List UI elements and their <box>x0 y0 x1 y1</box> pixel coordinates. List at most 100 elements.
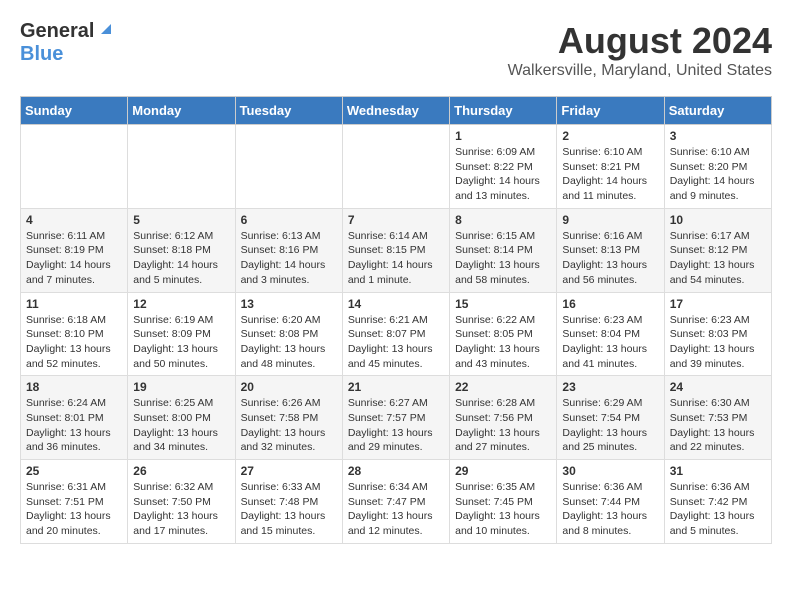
day-info: Sunrise: 6:14 AM Sunset: 8:15 PM Dayligh… <box>348 229 444 288</box>
calendar-day-cell: 13Sunrise: 6:20 AM Sunset: 8:08 PM Dayli… <box>235 292 342 376</box>
calendar-table: SundayMondayTuesdayWednesdayThursdayFrid… <box>20 96 772 544</box>
day-info: Sunrise: 6:36 AM Sunset: 7:42 PM Dayligh… <box>670 480 766 539</box>
day-number: 2 <box>562 129 658 143</box>
calendar-day-cell: 24Sunrise: 6:30 AM Sunset: 7:53 PM Dayli… <box>664 376 771 460</box>
day-info: Sunrise: 6:26 AM Sunset: 7:58 PM Dayligh… <box>241 396 337 455</box>
logo-general: General <box>20 20 94 43</box>
day-info: Sunrise: 6:17 AM Sunset: 8:12 PM Dayligh… <box>670 229 766 288</box>
day-info: Sunrise: 6:25 AM Sunset: 8:00 PM Dayligh… <box>133 396 229 455</box>
day-info: Sunrise: 6:10 AM Sunset: 8:21 PM Dayligh… <box>562 145 658 204</box>
day-number: 10 <box>670 213 766 227</box>
calendar-week-row: 4 Sunrise: 6:11 AM Sunset: 8:19 PM Daylig… <box>21 208 772 292</box>
calendar-day-cell: 16 Sunrise: 6:23 AM Sunset: 8:04 PM Dayli… <box>557 292 664 376</box>
day-number: 22 <box>455 380 551 394</box>
calendar-day-cell: 15 Sunrise: 6:22 AM Sunset: 8:05 PM Dayli… <box>450 292 557 376</box>
calendar-day-cell: 3Sunrise: 6:10 AM Sunset: 8:20 PM Daylig… <box>664 125 771 209</box>
calendar-day-cell: 10 Sunrise: 6:17 AM Sunset: 8:12 PM Dayli… <box>664 208 771 292</box>
day-number: 26 <box>133 464 229 478</box>
day-number: 12 <box>133 297 229 311</box>
day-number: 28 <box>348 464 444 478</box>
day-info: Sunrise: 6:23 AM Sunset: 8:04 PM Dayligh… <box>562 313 658 372</box>
calendar-day-cell: 21 Sunrise: 6:27 AM Sunset: 7:57 PM Dayli… <box>342 376 449 460</box>
day-number: 15 <box>455 297 551 311</box>
day-number: 16 <box>562 297 658 311</box>
day-number: 23 <box>562 380 658 394</box>
calendar-week-row: 11 Sunrise: 6:18 AM Sunset: 8:10 PM Dayli… <box>21 292 772 376</box>
day-info: Sunrise: 6:28 AM Sunset: 7:56 PM Dayligh… <box>455 396 551 455</box>
day-info: Sunrise: 6:19 AM Sunset: 8:09 PM Dayligh… <box>133 313 229 372</box>
calendar-day-cell: 22 Sunrise: 6:28 AM Sunset: 7:56 PM Dayli… <box>450 376 557 460</box>
logo: General Blue <box>20 20 115 66</box>
calendar-week-row: 25 Sunrise: 6:31 AM Sunset: 7:51 PM Dayli… <box>21 460 772 544</box>
day-number: 29 <box>455 464 551 478</box>
day-number: 9 <box>562 213 658 227</box>
day-number: 11 <box>26 297 122 311</box>
day-info: Sunrise: 6:11 AM Sunset: 8:19 PM Dayligh… <box>26 229 122 288</box>
day-info: Sunrise: 6:24 AM Sunset: 8:01 PM Dayligh… <box>26 396 122 455</box>
weekday-header-sunday: Sunday <box>21 97 128 125</box>
calendar-day-cell: 30 Sunrise: 6:36 AM Sunset: 7:44 PM Dayli… <box>557 460 664 544</box>
calendar-day-cell: 8Sunrise: 6:15 AM Sunset: 8:14 PM Daylig… <box>450 208 557 292</box>
day-number: 7 <box>348 213 444 227</box>
calendar-day-cell: 7 Sunrise: 6:14 AM Sunset: 8:15 PM Daylig… <box>342 208 449 292</box>
day-info: Sunrise: 6:18 AM Sunset: 8:10 PM Dayligh… <box>26 313 122 372</box>
weekday-header-row: SundayMondayTuesdayWednesdayThursdayFrid… <box>21 97 772 125</box>
calendar-day-cell <box>21 125 128 209</box>
page-header: General Blue August 2024 Walkersville, M… <box>20 20 772 80</box>
calendar-day-cell: 12 Sunrise: 6:19 AM Sunset: 8:09 PM Dayli… <box>128 292 235 376</box>
day-info: Sunrise: 6:33 AM Sunset: 7:48 PM Dayligh… <box>241 480 337 539</box>
calendar-day-cell: 14 Sunrise: 6:21 AM Sunset: 8:07 PM Dayli… <box>342 292 449 376</box>
day-info: Sunrise: 6:09 AM Sunset: 8:22 PM Dayligh… <box>455 145 551 204</box>
day-number: 24 <box>670 380 766 394</box>
calendar-day-cell <box>235 125 342 209</box>
day-info: Sunrise: 6:29 AM Sunset: 7:54 PM Dayligh… <box>562 396 658 455</box>
title-area: August 2024 Walkersville, Maryland, Unit… <box>508 20 772 80</box>
day-number: 14 <box>348 297 444 311</box>
day-number: 21 <box>348 380 444 394</box>
calendar-day-cell: 9 Sunrise: 6:16 AM Sunset: 8:13 PM Daylig… <box>557 208 664 292</box>
calendar-day-cell: 19Sunrise: 6:25 AM Sunset: 8:00 PM Dayli… <box>128 376 235 460</box>
day-info: Sunrise: 6:22 AM Sunset: 8:05 PM Dayligh… <box>455 313 551 372</box>
day-number: 18 <box>26 380 122 394</box>
calendar-day-cell: 6Sunrise: 6:13 AM Sunset: 8:16 PM Daylig… <box>235 208 342 292</box>
calendar-day-cell: 18 Sunrise: 6:24 AM Sunset: 8:01 PM Dayli… <box>21 376 128 460</box>
day-number: 8 <box>455 213 551 227</box>
calendar-day-cell: 23 Sunrise: 6:29 AM Sunset: 7:54 PM Dayli… <box>557 376 664 460</box>
calendar-day-cell: 20 Sunrise: 6:26 AM Sunset: 7:58 PM Dayli… <box>235 376 342 460</box>
weekday-header-wednesday: Wednesday <box>342 97 449 125</box>
day-info: Sunrise: 6:23 AM Sunset: 8:03 PM Dayligh… <box>670 313 766 372</box>
day-number: 3 <box>670 129 766 143</box>
day-info: Sunrise: 6:21 AM Sunset: 8:07 PM Dayligh… <box>348 313 444 372</box>
calendar-day-cell: 27Sunrise: 6:33 AM Sunset: 7:48 PM Dayli… <box>235 460 342 544</box>
location-subtitle: Walkersville, Maryland, United States <box>508 62 772 80</box>
calendar-day-cell: 17 Sunrise: 6:23 AM Sunset: 8:03 PM Dayli… <box>664 292 771 376</box>
day-info: Sunrise: 6:32 AM Sunset: 7:50 PM Dayligh… <box>133 480 229 539</box>
calendar-day-cell <box>128 125 235 209</box>
weekday-header-tuesday: Tuesday <box>235 97 342 125</box>
day-number: 5 <box>133 213 229 227</box>
day-number: 1 <box>455 129 551 143</box>
calendar-day-cell: 5Sunrise: 6:12 AM Sunset: 8:18 PM Daylig… <box>128 208 235 292</box>
day-info: Sunrise: 6:27 AM Sunset: 7:57 PM Dayligh… <box>348 396 444 455</box>
day-number: 20 <box>241 380 337 394</box>
day-number: 30 <box>562 464 658 478</box>
calendar-day-cell: 31Sunrise: 6:36 AM Sunset: 7:42 PM Dayli… <box>664 460 771 544</box>
day-info: Sunrise: 6:31 AM Sunset: 7:51 PM Dayligh… <box>26 480 122 539</box>
calendar-day-cell <box>342 125 449 209</box>
day-number: 25 <box>26 464 122 478</box>
calendar-day-cell: 4 Sunrise: 6:11 AM Sunset: 8:19 PM Daylig… <box>21 208 128 292</box>
day-number: 17 <box>670 297 766 311</box>
day-info: Sunrise: 6:34 AM Sunset: 7:47 PM Dayligh… <box>348 480 444 539</box>
day-info: Sunrise: 6:16 AM Sunset: 8:13 PM Dayligh… <box>562 229 658 288</box>
calendar-week-row: 18 Sunrise: 6:24 AM Sunset: 8:01 PM Dayli… <box>21 376 772 460</box>
day-info: Sunrise: 6:36 AM Sunset: 7:44 PM Dayligh… <box>562 480 658 539</box>
calendar-day-cell: 29Sunrise: 6:35 AM Sunset: 7:45 PM Dayli… <box>450 460 557 544</box>
day-number: 4 <box>26 213 122 227</box>
calendar-day-cell: 11 Sunrise: 6:18 AM Sunset: 8:10 PM Dayli… <box>21 292 128 376</box>
calendar-day-cell: 26 Sunrise: 6:32 AM Sunset: 7:50 PM Dayli… <box>128 460 235 544</box>
day-info: Sunrise: 6:13 AM Sunset: 8:16 PM Dayligh… <box>241 229 337 288</box>
calendar-week-row: 1 Sunrise: 6:09 AM Sunset: 8:22 PM Daylig… <box>21 125 772 209</box>
day-number: 13 <box>241 297 337 311</box>
weekday-header-friday: Friday <box>557 97 664 125</box>
weekday-header-saturday: Saturday <box>664 97 771 125</box>
